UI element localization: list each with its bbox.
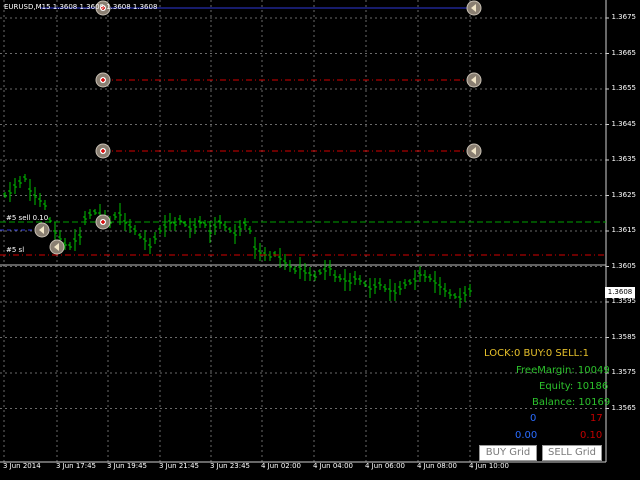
time-tick-label: 4 Jun 08:00	[417, 462, 458, 470]
buy-profit: 0.00	[515, 430, 538, 441]
arrow-left-icon[interactable]	[34, 222, 50, 238]
price-tick-label: 1.3565	[611, 403, 637, 412]
buy-count: 0	[530, 413, 537, 424]
equity: Equity: 10186	[539, 381, 609, 392]
price-tick-label: 1.3625	[611, 190, 637, 199]
free-margin: FreeMargin: 10049	[516, 365, 610, 376]
grid-marker-icon[interactable]	[95, 214, 111, 230]
symbol-title: EURUSD,M15 1.3608 1.3608 1.3608 1.3608	[4, 3, 158, 11]
time-tick-label: 4 Jun 10:00	[469, 462, 510, 470]
sell-count: 17	[590, 413, 603, 424]
price-tick-label: 1.3595	[611, 297, 637, 305]
time-tick-label: 3 Jun 17:45	[56, 462, 97, 470]
price-tick-label: 1.3575	[611, 368, 637, 376]
lock-status: LOCK:0 BUY:0 SELL:1	[484, 348, 589, 359]
time-tick-label: 3 Jun 19:45	[107, 462, 148, 470]
time-tick-label: 4 Jun 06:00	[365, 462, 406, 470]
arrow-left-icon[interactable]	[466, 0, 482, 16]
time-tick-label: 4 Jun 02:00	[261, 462, 302, 470]
arrow-left-icon[interactable]	[466, 143, 482, 159]
price-tick-label: 1.3665	[611, 48, 637, 57]
stop-loss-label: #5 sl	[6, 246, 25, 254]
price-tick-label: 1.3605	[611, 261, 637, 270]
sell-profit: 0.10	[580, 430, 603, 441]
time-tick-label: 3 Jun 2014	[3, 462, 41, 470]
sell-grid-button[interactable]: SELL Grid	[542, 445, 602, 461]
price-tick-label: 1.3585	[611, 332, 637, 341]
time-tick-label: 3 Jun 23:45	[210, 462, 251, 470]
time-tick-label: 3 Jun 21:45	[159, 462, 200, 470]
price-tick-label: 1.3645	[611, 119, 637, 128]
grid-marker-icon[interactable]	[95, 72, 111, 88]
buy-grid-button[interactable]: BUY Grid	[479, 445, 537, 461]
price-tick-label: 1.3635	[611, 155, 637, 163]
price-chart[interactable]	[0, 0, 640, 480]
balance: Balance: 10169	[532, 397, 611, 408]
price-tick-label: 1.3675	[611, 13, 637, 21]
time-tick-label: 4 Jun 04:00	[313, 462, 354, 470]
grid-marker-icon[interactable]	[95, 143, 111, 159]
price-tick-label: 1.3615	[611, 226, 637, 234]
arrow-left-icon[interactable]	[49, 239, 65, 255]
arrow-left-icon[interactable]	[466, 72, 482, 88]
sell-order-label: #5 sell 0.10	[6, 214, 49, 222]
price-tick-label: 1.3655	[611, 84, 637, 92]
current-price-badge: 1.3608	[605, 287, 635, 298]
